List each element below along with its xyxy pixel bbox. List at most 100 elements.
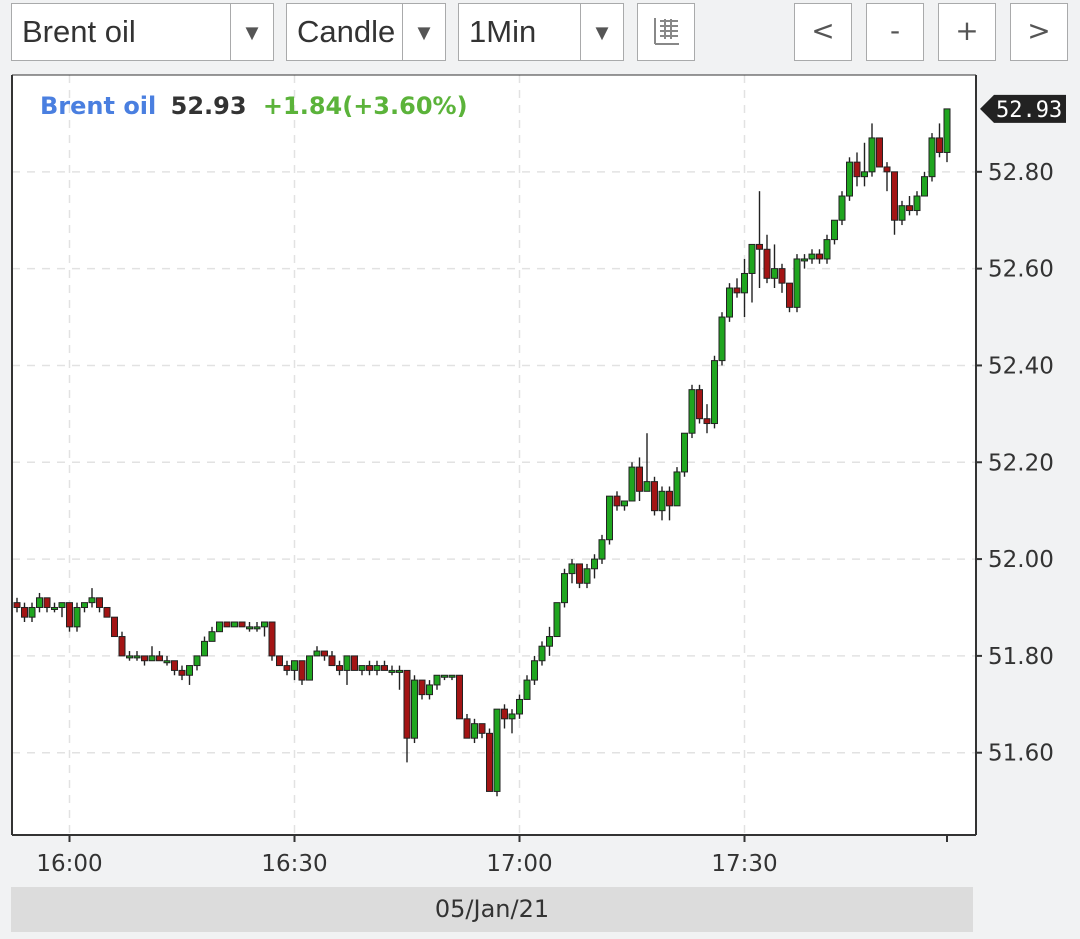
candle <box>696 384 703 424</box>
candle <box>673 467 681 507</box>
candle-body-up <box>493 708 501 792</box>
candle-body-down <box>223 621 231 628</box>
candle-body-up <box>201 640 208 657</box>
candle <box>928 133 936 182</box>
candle <box>628 462 636 502</box>
candle-body-down <box>906 205 913 212</box>
candle-body-up <box>231 621 238 628</box>
candle-body-down <box>786 282 793 308</box>
candle-body-up <box>771 268 778 279</box>
candle-body-down <box>366 665 373 671</box>
candle-body-up <box>253 626 261 630</box>
x-tick-label: 17:00 <box>486 851 552 877</box>
candle-body-up <box>943 108 951 153</box>
candle-body-down <box>883 166 891 173</box>
candle-body-up <box>516 698 523 715</box>
candle-body-up <box>718 316 726 362</box>
candle-body-down <box>13 602 21 608</box>
candle-body-down <box>696 389 703 420</box>
candle <box>351 655 358 671</box>
candle-body-up <box>568 563 576 575</box>
candle-body-down <box>636 466 643 492</box>
candle <box>561 568 568 608</box>
candle-body-up <box>448 674 456 678</box>
candle-body-down <box>733 287 741 294</box>
quote-name: Brent oil <box>40 92 156 120</box>
quote-price: 52.93 <box>171 92 247 120</box>
candle-body-up <box>553 602 561 638</box>
candle-body-up <box>846 161 853 197</box>
candle-body-down <box>891 171 898 221</box>
candle <box>231 621 238 628</box>
candle-body-up <box>51 606 58 610</box>
candle <box>793 254 801 313</box>
candle-body-up <box>531 660 538 681</box>
candle <box>606 495 613 545</box>
candle-body-up <box>868 137 876 173</box>
candle <box>681 432 688 477</box>
candle-body-down <box>463 718 471 739</box>
candle-body-down <box>703 418 711 425</box>
candle <box>553 602 561 638</box>
candle-body-down <box>816 253 823 260</box>
candle <box>268 621 276 661</box>
candle-body-up <box>583 568 591 584</box>
candlestick-chart[interactable]: 52.80 52.60 52.40 52.20 52.00 51.80 51.60 16:00… <box>0 0 1080 880</box>
x-tick-label: 16:00 <box>36 851 102 877</box>
candle-body-up <box>246 626 253 630</box>
candle-body-up <box>793 258 801 308</box>
candle-body-down <box>351 655 358 671</box>
candle-body-down <box>381 665 388 671</box>
candle-body-down <box>486 732 493 792</box>
candle-body-up <box>58 602 66 608</box>
candle <box>598 534 606 564</box>
candle <box>223 621 231 628</box>
candle <box>238 621 246 628</box>
candle-body-down <box>756 243 763 250</box>
candle-body-up <box>471 723 478 739</box>
candle-body-down <box>778 268 786 284</box>
y-tick-label: 51.80 <box>988 644 1054 670</box>
candle-body-down <box>298 660 306 681</box>
y-tick-label: 52.00 <box>988 547 1054 573</box>
candle <box>846 157 853 201</box>
candle <box>651 476 658 516</box>
candle <box>276 655 283 667</box>
y-tick-label: 52.40 <box>988 353 1054 379</box>
candle-body-up <box>358 665 366 671</box>
candle-body-down <box>111 616 118 638</box>
candle-body-down <box>651 481 658 512</box>
candle-body-down <box>103 606 111 618</box>
candle-body-up <box>441 674 448 678</box>
last-price-label: 52.93 <box>996 98 1062 123</box>
candle-body-up <box>861 171 868 178</box>
candle-body-up <box>628 466 636 502</box>
quote-header: Brent oil 52.93 +1.84(+3.60%) <box>40 92 468 120</box>
candle-body-down <box>171 660 178 671</box>
candle-body-up <box>433 674 441 686</box>
candle-body-up <box>291 660 298 671</box>
candle-body-up <box>88 597 96 604</box>
candle-body-up <box>163 660 171 664</box>
candle-body-down <box>666 490 673 507</box>
candle-body-up <box>808 253 816 260</box>
y-tick-label: 52.80 <box>988 160 1054 186</box>
candle-body-up <box>801 258 808 262</box>
candle-body-up <box>36 597 43 608</box>
candle-body-down <box>576 563 583 584</box>
candle <box>66 602 73 632</box>
candle-body-up <box>148 655 156 662</box>
candle-body-up <box>921 176 928 197</box>
candle <box>838 191 846 226</box>
candle-body-down <box>763 248 771 279</box>
last-price-tag: 52.93 <box>980 94 1066 123</box>
candle-body-up <box>643 481 651 492</box>
candle <box>73 602 81 632</box>
candle <box>718 312 726 366</box>
x-tick-label: 16:30 <box>261 851 327 877</box>
candle-body-up <box>388 669 396 673</box>
candle-body-down <box>613 495 621 507</box>
candle-body-down <box>403 669 411 739</box>
candle-body-up <box>508 713 516 720</box>
candle <box>711 355 718 429</box>
